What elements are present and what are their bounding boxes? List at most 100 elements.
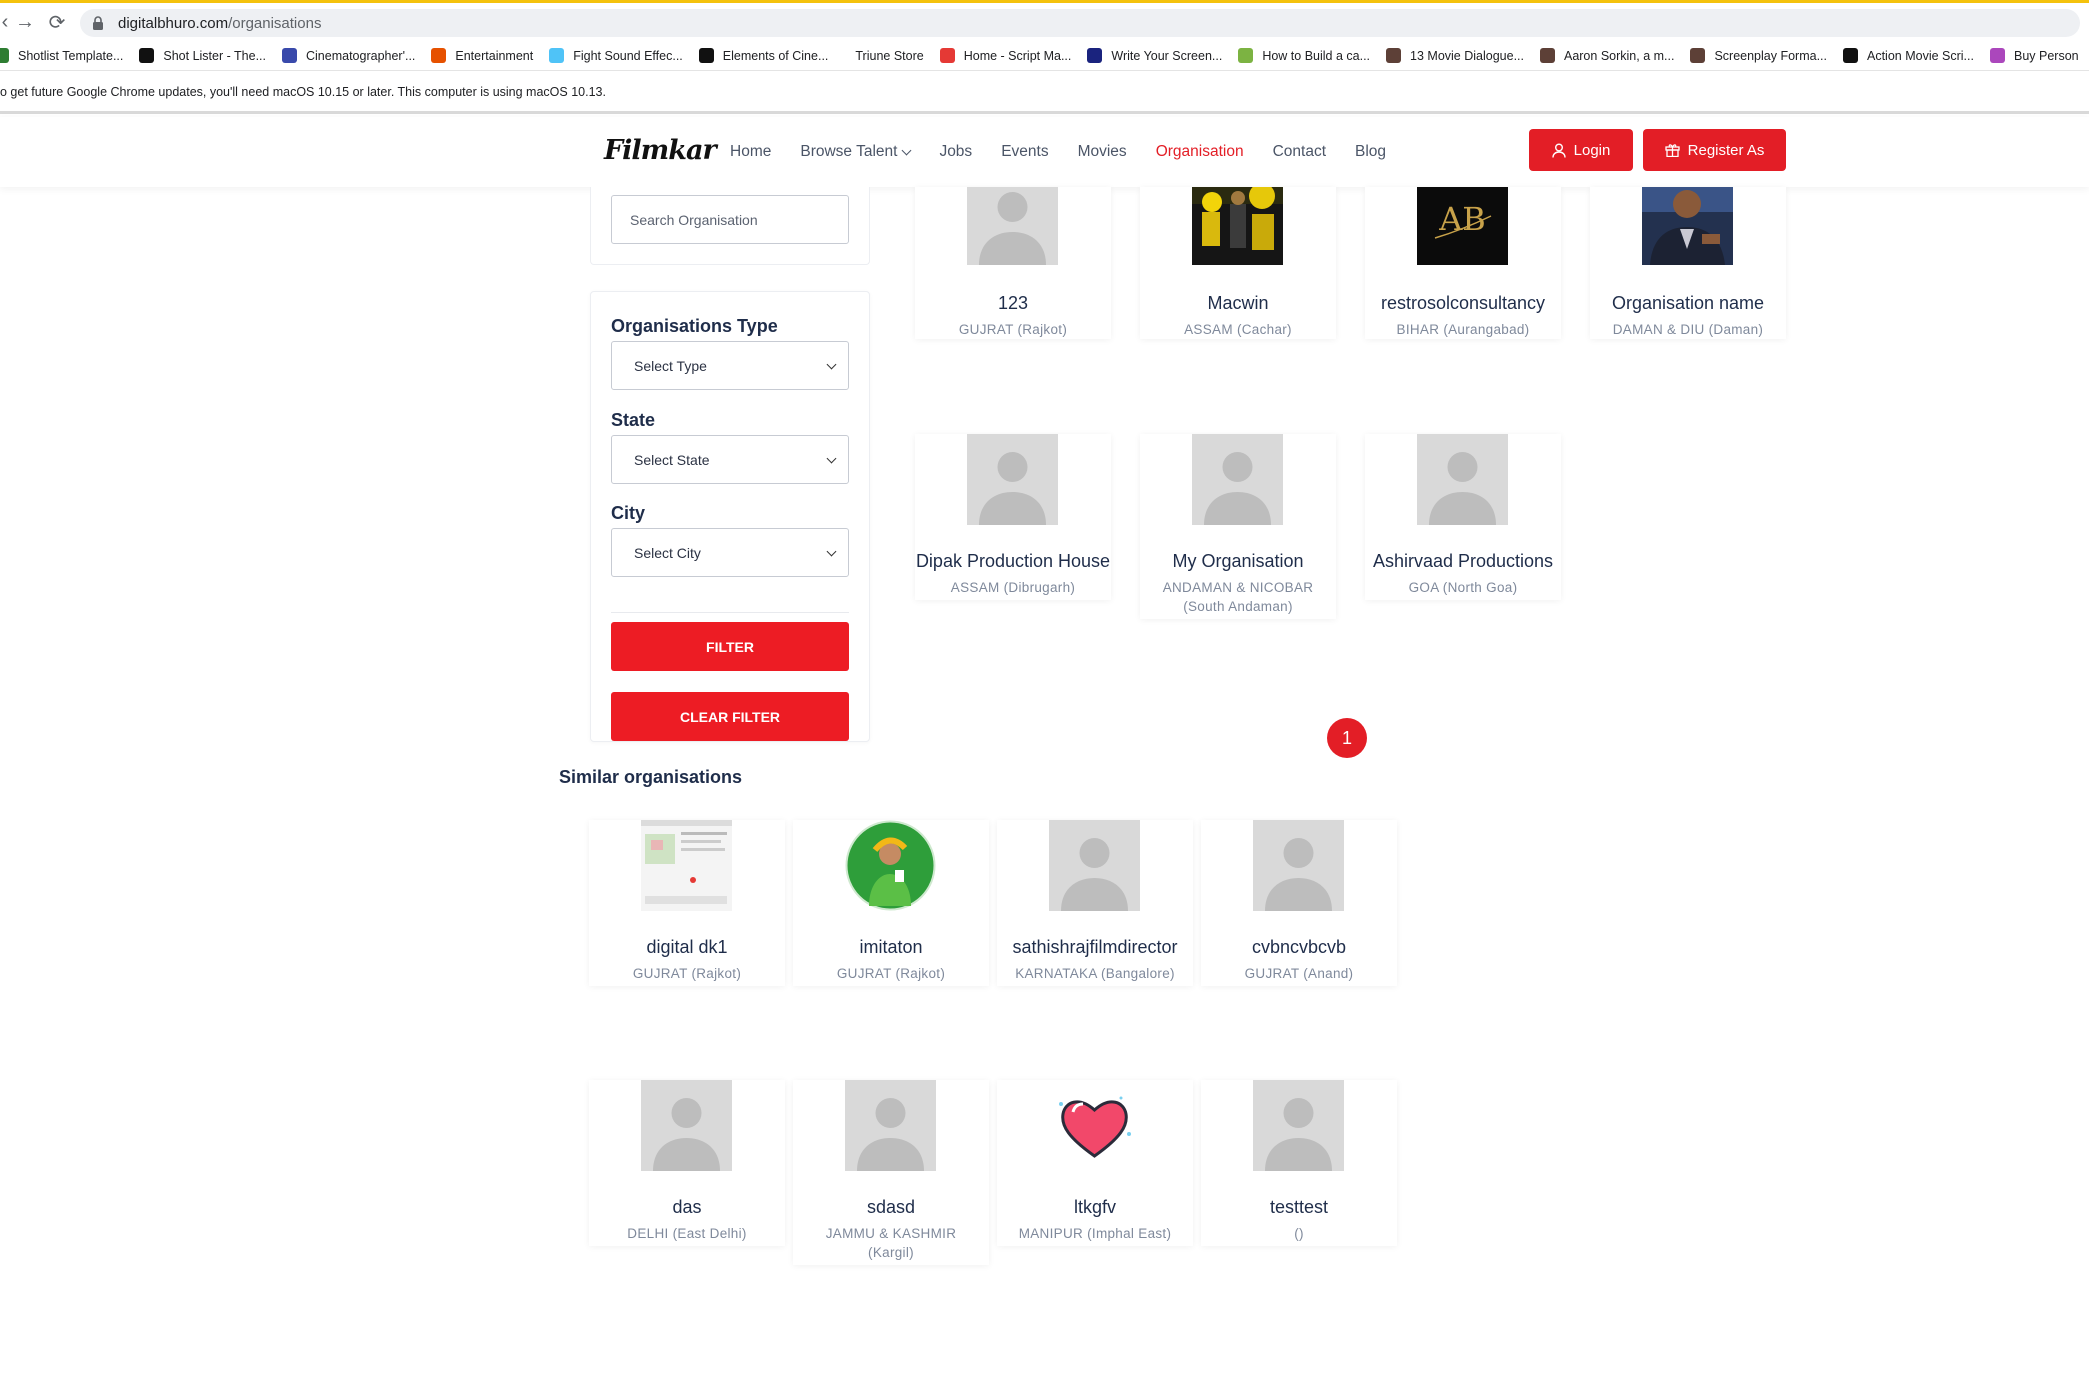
main-nav: Home Browse Talent Jobs Events Movies Organis…: [730, 117, 1415, 187]
bookmark-label: Action Movie Scri...: [1867, 48, 1974, 63]
similar-organisation-card[interactable]: imitaton GUJRAT (Rajkot): [793, 820, 989, 986]
organisation-name[interactable]: Ashirvaad Productions: [1365, 551, 1561, 572]
organisation-name[interactable]: das: [589, 1197, 785, 1218]
organisation-name[interactable]: sathishrajfilmdirector: [997, 937, 1193, 958]
similar-organisation-card[interactable]: cvbncvbcvb GUJRAT (Anand): [1201, 820, 1397, 986]
bookmark-item[interactable]: Triune Store: [844, 48, 924, 63]
organisation-logo: [1192, 187, 1283, 265]
organisation-card[interactable]: Organisation name DAMAN & DIU (Daman): [1590, 187, 1786, 339]
bookmark-label: Triune Store: [855, 48, 924, 63]
similar-organisation-card[interactable]: ltkgfv MANIPUR (Imphal East): [997, 1080, 1193, 1246]
nav-item-jobs[interactable]: Jobs: [939, 143, 972, 161]
clear-filter-button[interactable]: CLEAR FILTER: [611, 692, 849, 741]
organisation-card[interactable]: Dipak Production House ASSAM (Dibrugarh): [915, 434, 1111, 600]
organisation-card[interactable]: Ashirvaad Productions GOA (North Goa): [1365, 434, 1561, 600]
site-logo[interactable]: Filmkar: [604, 135, 717, 166]
bookmark-item[interactable]: Shotlist Template...: [0, 48, 123, 63]
bookmark-item[interactable]: How to Build a ca...: [1238, 48, 1370, 63]
infobar-text: o get future Google Chrome updates, you'…: [0, 84, 606, 99]
bookmark-label: Fight Sound Effec...: [573, 48, 683, 63]
bookmark-item[interactable]: Home - Script Ma...: [939, 48, 1071, 63]
organisation-location: MANIPUR (Imphal East): [1018, 1226, 1172, 1241]
organisation-card[interactable]: 123 GUJRAT (Rajkot): [915, 187, 1111, 339]
pagination-current-page[interactable]: 1: [1327, 718, 1367, 758]
organisation-logo: [1642, 187, 1733, 265]
organisation-name[interactable]: ltkgfv: [997, 1197, 1193, 1218]
nav-item-blog[interactable]: Blog: [1355, 143, 1386, 161]
bookmark-item[interactable]: Action Movie Scri...: [1843, 48, 1974, 63]
organisation-logo: [845, 820, 936, 911]
similar-organisation-card[interactable]: das DELHI (East Delhi): [589, 1080, 785, 1246]
bookmark-item[interactable]: Buy Person: [1989, 48, 2079, 63]
city-select[interactable]: Select City: [611, 528, 849, 577]
bookmark-item[interactable]: Fight Sound Effec...: [549, 48, 683, 63]
organisation-name[interactable]: restrosolconsultancy: [1365, 293, 1561, 314]
bookmark-favicon-icon: [0, 48, 9, 63]
bookmarks-bar: Shotlist Template... Shot Lister - The...…: [0, 41, 2089, 71]
reload-icon[interactable]: ⟳: [44, 9, 70, 35]
organisation-name[interactable]: My Organisation: [1140, 551, 1336, 572]
organisation-name[interactable]: Organisation name: [1590, 293, 1786, 314]
state-select[interactable]: Select State: [611, 435, 849, 484]
bookmark-favicon-icon: [139, 48, 155, 63]
organisation-name[interactable]: testtest: [1201, 1197, 1397, 1218]
organisation-name[interactable]: 123: [915, 293, 1111, 314]
organisation-location: ASSAM (Cachar): [1184, 322, 1292, 337]
nav-item-label: Contact: [1272, 143, 1326, 160]
lock-icon: [93, 16, 103, 30]
bookmark-item[interactable]: Elements of Cine...: [698, 48, 828, 63]
bookmark-label: Buy Person: [2013, 48, 2079, 63]
organisation-name[interactable]: digital dk1: [589, 937, 785, 958]
bookmark-favicon-icon: [431, 48, 447, 63]
bookmark-favicon-icon: [844, 48, 847, 63]
filter-divider: [611, 612, 849, 613]
nav-item-movies[interactable]: Movies: [1078, 143, 1127, 161]
nav-item-events[interactable]: Events: [1001, 143, 1048, 161]
organisation-name[interactable]: sdasd: [793, 1197, 989, 1218]
search-organisation-input[interactable]: [611, 195, 849, 244]
browser-toolbar: ‹ → ⟳ digitalbhuro.com/organisations: [0, 3, 2089, 41]
organisation-name[interactable]: cvbncvbcvb: [1201, 937, 1397, 958]
similar-organisation-card[interactable]: digital dk1 GUJRAT (Rajkot): [589, 820, 785, 986]
bookmark-item[interactable]: Write Your Screen...: [1087, 48, 1222, 63]
bookmark-favicon-icon: [1843, 48, 1858, 63]
bookmark-label: Entertainment: [455, 48, 534, 63]
organisations-type-select[interactable]: Select Type: [611, 341, 849, 390]
organisation-name[interactable]: imitaton: [793, 937, 989, 958]
organisation-location: JAMMU & KASHMIR (Kargil): [825, 1226, 957, 1260]
organisation-location: ASSAM (Dibrugarh): [950, 580, 1076, 595]
avatar-placeholder-icon: [845, 1080, 936, 1171]
type-select-value: Select Type: [634, 357, 707, 374]
organisation-card[interactable]: Macwin ASSAM (Cachar): [1140, 187, 1336, 339]
nav-item-home[interactable]: Home: [730, 143, 771, 161]
bookmark-item[interactable]: Entertainment: [431, 48, 533, 63]
bookmark-item[interactable]: Aaron Sorkin, a m...: [1539, 48, 1674, 63]
bookmark-item[interactable]: 13 Movie Dialogue...: [1386, 48, 1524, 63]
organisation-location: KARNATAKA (Bangalore): [1015, 966, 1175, 981]
city-select-value: Select City: [634, 544, 701, 561]
nav-item-organisation[interactable]: Organisation: [1156, 143, 1244, 161]
svg-text:AB: AB: [1438, 200, 1486, 238]
address-bar[interactable]: digitalbhuro.com/organisations: [80, 9, 2080, 37]
organisation-card[interactable]: AB restrosolconsultancy BIHAR (Aurangabad): [1365, 187, 1561, 339]
similar-organisation-card[interactable]: testtest (): [1201, 1080, 1397, 1246]
filter-button[interactable]: FILTER: [611, 622, 849, 671]
avatar-placeholder-icon: [641, 1080, 732, 1171]
forward-arrow-icon[interactable]: →: [12, 9, 38, 35]
bookmark-favicon-icon: [1539, 48, 1555, 63]
similar-organisation-card[interactable]: sathishrajfilmdirector KARNATAKA (Bangalo…: [997, 820, 1193, 986]
similar-organisation-card[interactable]: sdasd JAMMU & KASHMIR (Kargil): [793, 1080, 989, 1265]
nav-item-contact[interactable]: Contact: [1273, 143, 1326, 161]
organisation-name[interactable]: Dipak Production House: [915, 551, 1111, 572]
bookmark-item[interactable]: Shot Lister - The...: [139, 48, 266, 63]
login-button[interactable]: Login: [1529, 129, 1633, 171]
nav-item-browse-talent[interactable]: Browse Talent: [800, 143, 912, 161]
bookmark-item[interactable]: Screenplay Forma...: [1690, 48, 1827, 63]
bookmark-label: Shotlist Template...: [18, 48, 124, 63]
register-button[interactable]: Register As: [1643, 129, 1786, 171]
organisation-card[interactable]: My Organisation ANDAMAN & NICOBAR (South …: [1140, 434, 1336, 619]
organisation-name[interactable]: Macwin: [1140, 293, 1336, 314]
chevron-down-icon: [901, 145, 912, 155]
nav-item-label: Events: [1001, 143, 1049, 160]
bookmark-item[interactable]: Cinematographer'...: [282, 48, 415, 63]
